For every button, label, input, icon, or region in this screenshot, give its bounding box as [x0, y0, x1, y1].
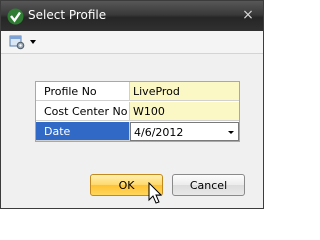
- select-profile-dialog: Select Profile × Profile No LiveProd Cos…: [0, 0, 264, 209]
- property-row-date[interactable]: Date 4/6/2012: [36, 122, 239, 141]
- title-bar[interactable]: Select Profile ×: [1, 1, 263, 31]
- property-label: Cost Center No: [36, 102, 130, 121]
- property-label: Date: [36, 122, 130, 141]
- toolbar: [1, 31, 263, 54]
- cost-center-no-field[interactable]: W100: [130, 102, 239, 121]
- chevron-down-icon[interactable]: [228, 131, 234, 134]
- mouse-pointer-icon: [148, 182, 163, 204]
- close-icon: ×: [242, 7, 254, 23]
- app-logo-icon: [7, 8, 24, 25]
- window-title: Select Profile: [28, 8, 107, 22]
- property-row-profile-no[interactable]: Profile No LiveProd: [36, 82, 239, 101]
- cancel-button[interactable]: Cancel: [172, 174, 245, 196]
- date-value: 4/6/2012: [134, 126, 184, 139]
- dropdown-arrow-icon: [30, 40, 36, 44]
- date-picker-field[interactable]: 4/6/2012: [130, 122, 239, 141]
- property-grid: Profile No LiveProd Cost Center No W100 …: [35, 81, 240, 142]
- property-row-cost-center-no[interactable]: Cost Center No W100: [36, 102, 239, 121]
- close-button[interactable]: ×: [239, 6, 257, 24]
- layout-options-button[interactable]: [9, 34, 39, 50]
- property-label: Profile No: [36, 82, 130, 101]
- layout-settings-icon: [9, 35, 25, 50]
- profile-no-field[interactable]: LiveProd: [130, 82, 239, 101]
